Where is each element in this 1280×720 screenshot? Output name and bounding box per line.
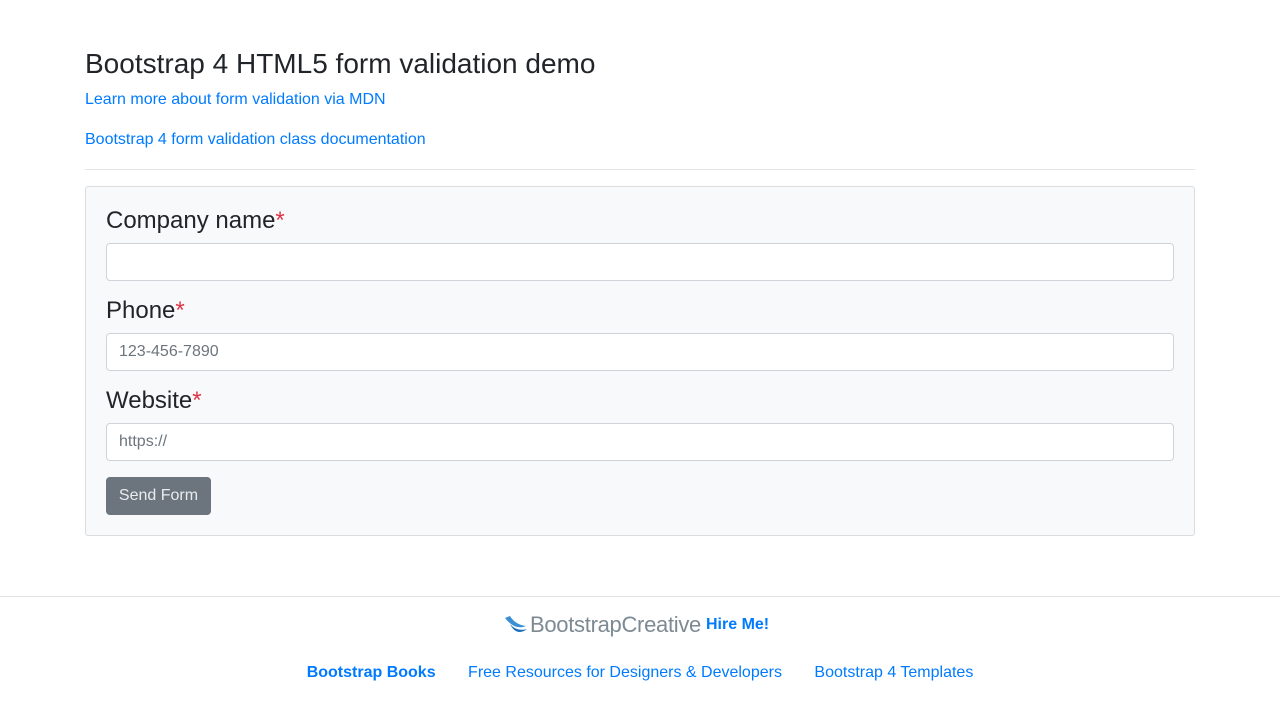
free-resources-link[interactable]: Free Resources for Designers & Developer… bbox=[468, 664, 782, 681]
company-name-label-text: Company name bbox=[106, 207, 276, 234]
website-input[interactable] bbox=[106, 423, 1174, 461]
bird-wing-icon bbox=[504, 615, 528, 635]
phone-label-text: Phone bbox=[106, 297, 176, 324]
required-marker: * bbox=[275, 207, 285, 234]
phone-label: Phone* bbox=[106, 296, 185, 326]
page-title: Bootstrap 4 HTML5 form validation demo bbox=[85, 48, 596, 79]
required-marker: * bbox=[192, 387, 202, 414]
brand-link[interactable]: BootstrapCreative Hire Me! bbox=[504, 612, 769, 638]
send-form-button[interactable]: Send Form bbox=[106, 477, 211, 515]
company-name-label: Company name* bbox=[106, 206, 285, 236]
hire-me-link[interactable]: Hire Me! bbox=[706, 616, 769, 634]
company-name-input[interactable] bbox=[106, 243, 1174, 281]
bootstrap-docs-link[interactable]: Bootstrap 4 form validation class docume… bbox=[85, 130, 426, 150]
validation-form: Company name* Phone* Website* Send Form bbox=[85, 186, 1195, 536]
website-label: Website* bbox=[106, 386, 202, 416]
bootstrap-books-link[interactable]: Bootstrap Books bbox=[307, 664, 436, 681]
website-label-text: Website bbox=[106, 387, 193, 414]
brand-name: BootstrapCreative bbox=[530, 612, 701, 637]
mdn-validation-link[interactable]: Learn more about form validation via MDN bbox=[85, 90, 386, 110]
footer-divider bbox=[0, 596, 1280, 597]
phone-input[interactable] bbox=[106, 333, 1174, 371]
footer-links: Bootstrap Books Free Resources for Desig… bbox=[0, 663, 1280, 683]
header-divider bbox=[85, 169, 1195, 170]
required-marker: * bbox=[175, 297, 185, 324]
bootstrap-templates-link[interactable]: Bootstrap 4 Templates bbox=[814, 664, 973, 681]
